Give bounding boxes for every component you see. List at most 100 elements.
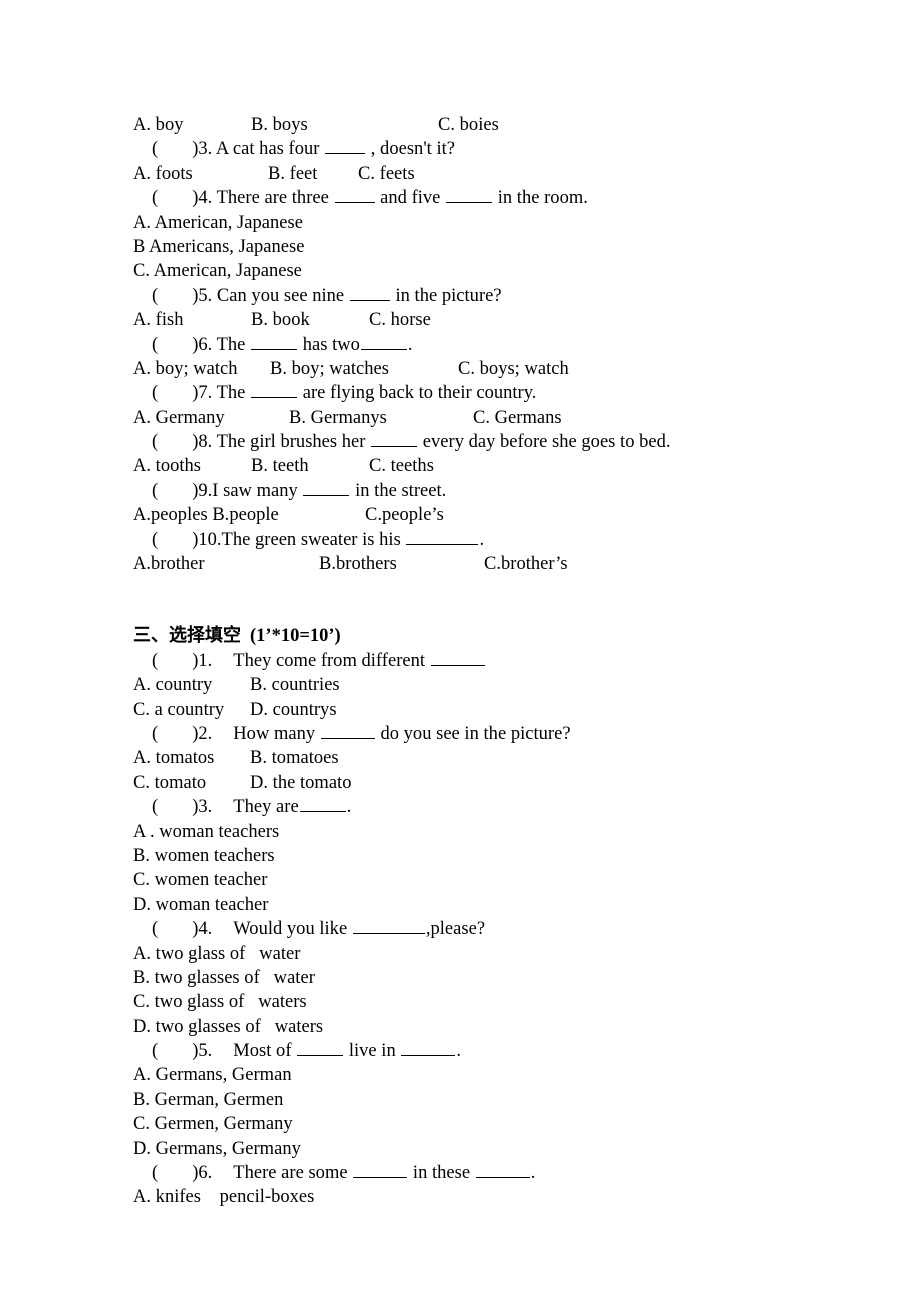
option-c: C. feets: [358, 163, 415, 184]
option-b: B.brothers: [319, 554, 397, 575]
question-text: Would you like: [233, 919, 348, 940]
option-b: B. countries: [250, 675, 340, 696]
option-d: D. countrys: [250, 699, 337, 720]
fill-blank[interactable]: [334, 187, 375, 204]
question-text-tail: do you see in the picture?: [380, 723, 571, 744]
option-b: B. boys: [251, 115, 308, 135]
fill-blank[interactable]: [352, 918, 425, 935]
question-text: They are: [233, 797, 299, 818]
question-number: )2.: [192, 723, 213, 744]
option-c: C. Germans: [473, 407, 562, 428]
question-text-mid: in these: [412, 1163, 471, 1184]
options-row: B. German, Germen: [133, 1088, 833, 1112]
fill-blank[interactable]: [446, 187, 493, 204]
question-text: )9.I saw many: [192, 480, 298, 501]
fill-blank[interactable]: [371, 431, 418, 448]
question-row: ()3. They are.: [133, 795, 833, 819]
options-row: C. women teacher: [133, 868, 833, 892]
question-row: ()5. Most of live in .: [133, 1039, 833, 1063]
fill-blank[interactable]: [353, 1162, 408, 1179]
option-a: A. tomatos: [133, 748, 215, 769]
question-text-tail: , doesn't it?: [370, 139, 456, 160]
fill-blank[interactable]: [360, 333, 407, 350]
options-row: A.peoples B.people C.people’s: [133, 503, 833, 527]
options-row: C. tomato D. the tomato: [133, 771, 833, 795]
fill-blank[interactable]: [299, 796, 346, 813]
fill-blank[interactable]: [430, 650, 485, 666]
answer-bracket-open[interactable]: (: [152, 335, 158, 355]
question-row: ()3. A cat has four , doesn't it?: [133, 137, 833, 161]
options-row: D. two glasses of waters: [133, 1015, 833, 1039]
question-number: )4.: [192, 919, 213, 940]
option-b: B. book: [251, 310, 310, 331]
options-row: A.brother B.brothers C.brother’s: [133, 552, 833, 576]
question-text-tail: .: [530, 1163, 536, 1184]
option-b: B. German, Germen: [133, 1089, 284, 1110]
option-d: D. Germans, Germany: [133, 1138, 301, 1159]
answer-bracket-open[interactable]: (: [152, 530, 158, 550]
question-row: ()4. Would you like ,please?: [133, 917, 833, 941]
option-c: C. Germen, Germany: [133, 1114, 293, 1135]
option-b: B. tomatoes: [250, 748, 339, 769]
answer-bracket-open[interactable]: (: [152, 383, 158, 403]
answer-bracket-open[interactable]: (: [152, 651, 158, 671]
options-row: A. knifes pencil-boxes: [133, 1185, 833, 1209]
answer-bracket-open[interactable]: (: [152, 139, 158, 159]
fill-blank[interactable]: [349, 285, 390, 301]
question-text: There are some: [233, 1163, 348, 1184]
option-ab: A.peoples B.people: [133, 505, 279, 526]
section-heading: 三、选择填空 (1’*10=10’): [133, 623, 833, 649]
question-text-tail: in the room.: [497, 188, 588, 209]
answer-bracket-open[interactable]: (: [152, 724, 158, 744]
options-row: A. tooths B. teeth C. teeths: [133, 454, 833, 478]
option-a: A . woman teachers: [133, 821, 280, 842]
answer-bracket-open[interactable]: (: [152, 1041, 158, 1061]
fill-blank[interactable]: [303, 480, 350, 496]
answer-bracket-open[interactable]: (: [152, 286, 158, 306]
question-text: )6. The: [192, 334, 246, 355]
fill-blank[interactable]: [297, 1040, 344, 1057]
question-text-tail: in the picture?: [395, 285, 502, 306]
question-text-tail: in the street.: [355, 480, 447, 501]
question-text: )5. Can you see nine: [192, 285, 345, 306]
options-row: C. two glass of waters: [133, 990, 833, 1014]
question-text: )7. The: [192, 383, 246, 404]
answer-bracket-open[interactable]: (: [152, 432, 158, 452]
question-row: ()6. The has two.: [133, 333, 833, 357]
fill-blank[interactable]: [320, 723, 375, 739]
question-row: ()8. The girl brushes her every day befo…: [133, 430, 833, 454]
option-a: A. Germans, German: [133, 1065, 292, 1086]
answer-bracket-open[interactable]: (: [152, 797, 158, 817]
option-a: A. fish: [133, 310, 184, 331]
options-row: A. Germans, German: [133, 1063, 833, 1087]
worksheet-page: A. boy B. boys C. boies ()3. A cat has fou…: [0, 0, 920, 1302]
fill-blank[interactable]: [251, 382, 298, 399]
option-a: A. two glass of water: [133, 943, 301, 964]
option-b: B. Germanys: [289, 407, 387, 428]
question-text-tail: are flying back to their country.: [302, 383, 537, 404]
fill-blank[interactable]: [251, 333, 298, 350]
option-b: B. two glasses of water: [133, 967, 315, 988]
option-d: D. two glasses of waters: [133, 1016, 324, 1037]
options-row: A. Germany B. Germanys C. Germans: [133, 406, 833, 430]
question-row: ( )7. The are flying back to their countr…: [133, 381, 833, 405]
question-number: )1.: [192, 650, 213, 671]
option-a: A. boy: [133, 115, 184, 135]
fill-blank[interactable]: [401, 1040, 456, 1057]
option-c: C. two glass of waters: [133, 992, 307, 1013]
options-row: A. foots B. feet C. feets: [133, 162, 833, 186]
fill-blank[interactable]: [325, 138, 366, 155]
answer-bracket-open[interactable]: (: [152, 188, 158, 208]
fill-blank[interactable]: [475, 1162, 530, 1179]
option-a: A. knifes pencil-boxes: [133, 1187, 315, 1208]
option-a: A. boy; watch: [133, 358, 238, 379]
fill-blank[interactable]: [406, 528, 479, 545]
answer-bracket-open[interactable]: (: [152, 919, 158, 939]
option-a: A. American, Japanese: [133, 212, 303, 233]
option-d: D. woman teacher: [133, 894, 269, 915]
question-text-tail: every day before she goes to bed.: [422, 432, 671, 453]
options-row: A. American, Japanese: [133, 211, 833, 235]
answer-bracket-open[interactable]: (: [152, 481, 158, 501]
answer-bracket-open[interactable]: (: [152, 1163, 158, 1183]
